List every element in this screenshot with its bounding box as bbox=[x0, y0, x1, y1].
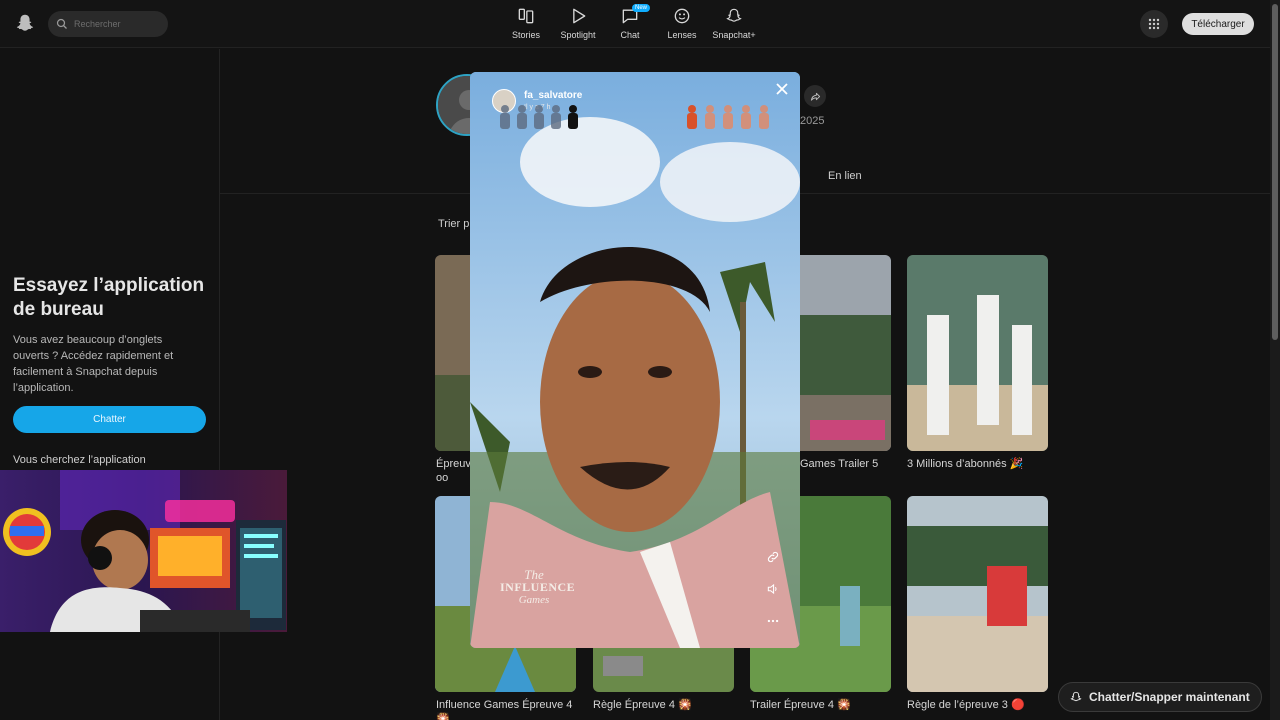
play-icon bbox=[573, 8, 586, 24]
nav-snapchat-plus-label: Snapchat+ bbox=[712, 30, 756, 40]
nav-lenses-label: Lenses bbox=[667, 30, 697, 40]
watermark-line-2: INFLUENCE bbox=[500, 580, 576, 594]
webcam-feed-image bbox=[0, 470, 287, 632]
main-nav: Stories Spotlight New Chat Lenses Snapch… bbox=[500, 4, 760, 40]
grid-icon bbox=[1148, 18, 1160, 30]
speaker-icon bbox=[767, 583, 777, 595]
link-icon bbox=[767, 551, 779, 563]
profile-year-fragment: 2025 bbox=[800, 115, 825, 127]
scrollbar-thumb[interactable] bbox=[1272, 4, 1278, 340]
nav-stories-label: Stories bbox=[511, 30, 540, 40]
share-icon bbox=[810, 92, 820, 101]
watermark-line-3: Games bbox=[518, 594, 550, 606]
influence-games-watermark: The INFLUENCE Games bbox=[500, 568, 576, 607]
story-close-button[interactable] bbox=[773, 80, 791, 98]
download-button[interactable]: Télécharger bbox=[1182, 13, 1254, 35]
promo-text: Vous avez beaucoup d’onglets ouverts ? A… bbox=[13, 334, 174, 394]
more-icon bbox=[767, 619, 779, 623]
lens-icon bbox=[674, 8, 690, 24]
nav-chat[interactable]: New Chat bbox=[604, 4, 656, 40]
top-bar: Stories Spotlight New Chat Lenses Snapch… bbox=[0, 0, 1270, 48]
story-sound-button[interactable] bbox=[764, 580, 782, 598]
story-team-figures bbox=[687, 105, 769, 129]
stories-icon bbox=[518, 8, 534, 24]
nav-spotlight-label: Spotlight bbox=[560, 30, 596, 40]
story-viewer[interactable] bbox=[470, 72, 800, 648]
close-icon bbox=[776, 83, 788, 95]
nav-lenses[interactable]: Lenses bbox=[656, 6, 708, 40]
share-button[interactable] bbox=[804, 85, 826, 107]
chat-button[interactable]: Chatter bbox=[13, 406, 206, 433]
search-input[interactable] bbox=[74, 19, 154, 29]
story-username[interactable]: fa_salvatore bbox=[524, 90, 582, 101]
search-bar[interactable] bbox=[48, 11, 168, 37]
apps-grid-button[interactable] bbox=[1140, 10, 1168, 38]
sort-dropdown[interactable]: Trier p bbox=[438, 218, 469, 230]
story-tile-8[interactable] bbox=[907, 496, 1048, 692]
webcam-overlay bbox=[0, 470, 287, 632]
promo-title: Essayez l’application de bureau bbox=[13, 275, 205, 320]
ghost-icon bbox=[1070, 691, 1082, 702]
ghost-icon bbox=[726, 8, 742, 22]
tile-7-label: Trailer Épreuve 4 🎇 bbox=[750, 699, 851, 711]
tile-1-label: Épreuv oo bbox=[436, 458, 470, 484]
looking-for-app-text: Vous cherchez l’application bbox=[13, 454, 146, 466]
tile-thumbnail bbox=[907, 255, 1048, 451]
story-video-frame bbox=[470, 72, 800, 648]
tile-6-label: Règle Épreuve 4 🎇 bbox=[593, 699, 692, 711]
nav-chat-label: Chat bbox=[620, 30, 640, 40]
tile-8-label: Règle de l’épreuve 3 🔴 bbox=[907, 699, 1025, 711]
chat-snap-now-button[interactable]: Chatter/Snapper maintenant bbox=[1058, 682, 1262, 712]
nav-stories[interactable]: Stories bbox=[500, 6, 552, 40]
scrollbar[interactable] bbox=[1270, 0, 1280, 720]
nav-spotlight[interactable]: Spotlight bbox=[552, 6, 604, 40]
story-tile-4[interactable] bbox=[907, 255, 1048, 451]
story-more-button[interactable] bbox=[764, 612, 782, 630]
story-progress-figures bbox=[500, 105, 578, 129]
tile-thumbnail bbox=[907, 496, 1048, 692]
tab-en-lien[interactable]: En lien bbox=[828, 170, 862, 182]
tile-5-label: Influence Games Épreuve 4 🎇 bbox=[436, 699, 573, 720]
tile-4-label: 3 Millions d’abonnés 🎉 bbox=[907, 458, 1024, 470]
nav-snapchat-plus[interactable]: Snapchat+ bbox=[708, 6, 760, 40]
new-badge: New bbox=[632, 4, 651, 12]
story-link-button[interactable] bbox=[764, 548, 782, 566]
chat-snap-now-label: Chatter/Snapper maintenant bbox=[1089, 690, 1250, 704]
search-icon bbox=[56, 18, 67, 29]
snapchat-logo-icon[interactable] bbox=[14, 12, 36, 34]
